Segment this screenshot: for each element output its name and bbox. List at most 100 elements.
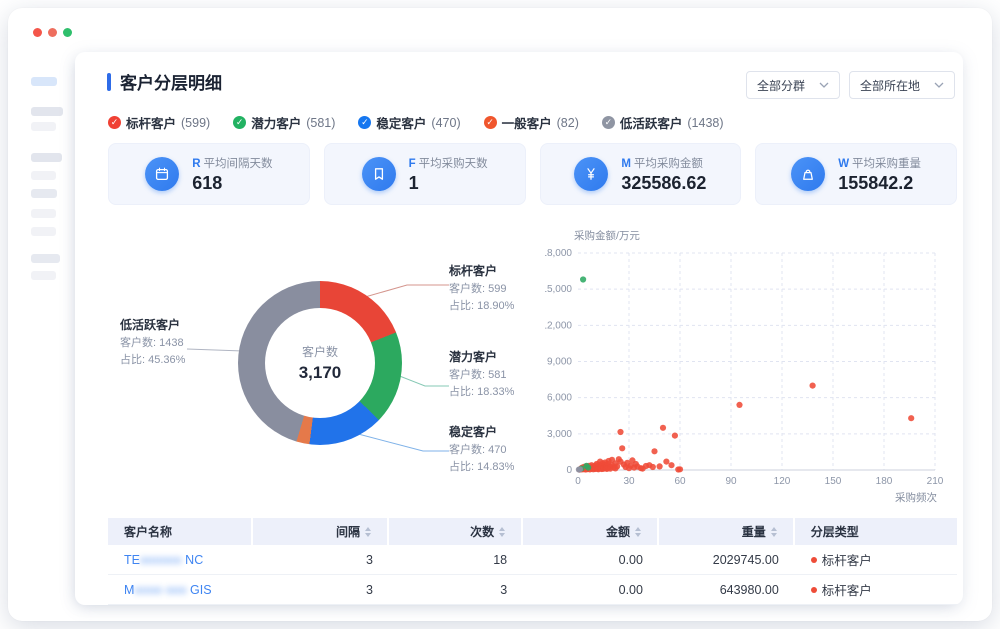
name-suffix: NC	[182, 553, 204, 567]
close-button[interactable]	[33, 28, 42, 37]
sort-down-icon	[499, 533, 505, 537]
sidebar-skeleton-bar	[31, 254, 60, 263]
callout-potential: 潜力客户 客户数: 581 占比: 18.33%	[449, 349, 514, 401]
callout-percent: 占比: 18.90%	[449, 298, 514, 315]
svg-text:6,000: 6,000	[547, 393, 572, 404]
scatter-y-axis-title: 采购金额/万元	[574, 229, 640, 242]
location-filter[interactable]: 全部所在地	[849, 71, 955, 99]
sort-up-icon	[499, 527, 505, 531]
callout-benchmark: 标杆客户 客户数: 599 占比: 18.90%	[449, 263, 514, 315]
stat-card-recency: R平均间隔天数 618	[108, 143, 310, 205]
check-circle-icon: ✓	[108, 116, 121, 129]
sort-icon	[635, 527, 641, 537]
minimize-button[interactable]	[48, 28, 57, 37]
scatter-point[interactable]	[650, 464, 656, 470]
scatter-point[interactable]	[663, 459, 669, 465]
legend-item-3[interactable]: ✓稳定客户(470)	[358, 113, 460, 132]
column-header-2[interactable]: 间隔	[253, 518, 389, 545]
stat-prefix: F	[409, 158, 416, 170]
sidebar-skeleton-bar	[31, 77, 57, 86]
stat-cards-row: R平均间隔天数 618 F平均采购天数 1 M平均采购金额	[108, 143, 957, 205]
scatter-point[interactable]	[668, 462, 674, 468]
legend-item-5[interactable]: ✓低活跃客户(1438)	[602, 113, 724, 132]
callout-name: 标杆客户	[449, 263, 514, 280]
chevron-down-icon	[819, 82, 829, 88]
svg-text:210: 210	[927, 476, 944, 487]
stat-text: W平均采购重量 155842.2	[838, 155, 921, 194]
sort-icon	[771, 527, 777, 537]
svg-text:0: 0	[566, 465, 572, 476]
legend-item-4[interactable]: ✓一般客户(82)	[484, 113, 579, 132]
stat-label-text: 平均间隔天数	[204, 158, 273, 170]
column-header-3[interactable]: 次数	[389, 518, 523, 545]
legend-count: (82)	[557, 116, 579, 130]
column-header-4[interactable]: 金额	[523, 518, 659, 545]
sidebar-skeleton-bar	[31, 271, 56, 280]
callout-stable: 稳定客户 客户数: 470 占比: 14.83%	[449, 424, 514, 476]
name-masked: oooo ooo	[134, 583, 186, 597]
sidebar-skeleton	[31, 68, 77, 298]
customer-name-link[interactable]: TEoooooo NC	[124, 553, 203, 567]
legend-count: (581)	[306, 116, 335, 130]
svg-text:0: 0	[575, 476, 581, 487]
table-cell: 643980.00	[659, 575, 795, 604]
panel-header: 客户分层明细 全部分群 全部所在地	[107, 69, 955, 101]
table-cell: 18	[389, 545, 523, 574]
customer-name-link[interactable]: Moooo ooo GIS	[124, 583, 212, 597]
column-header-5[interactable]: 重量	[659, 518, 795, 545]
svg-text:12,000: 12,000	[545, 320, 572, 331]
legend-label: 标杆客户	[126, 113, 176, 132]
title-accent-bar	[107, 73, 111, 91]
table-body: TEoooooo NC3180.002029745.00标杆客户Moooo oo…	[108, 545, 957, 605]
scatter-point[interactable]	[810, 383, 816, 389]
scatter-point[interactable]	[677, 466, 683, 472]
scatter-point[interactable]	[660, 425, 666, 431]
column-header-label: 间隔	[336, 523, 360, 540]
check-circle-icon: ✓	[484, 116, 497, 129]
scatter-point[interactable]	[651, 448, 657, 454]
window-controls	[33, 28, 72, 37]
sort-icon	[499, 527, 505, 537]
name-prefix: TE	[124, 553, 140, 567]
scatter-svg: 030609012015018021003,0006,0009,00012,00…	[545, 225, 957, 517]
svg-text:15,000: 15,000	[545, 284, 572, 295]
fullscreen-button[interactable]	[63, 28, 72, 37]
scatter-point[interactable]	[617, 429, 623, 435]
svg-text:3,000: 3,000	[547, 429, 572, 440]
scatter-point[interactable]	[585, 465, 591, 471]
chevron-down-icon	[934, 82, 944, 88]
sidebar-skeleton-bar	[31, 122, 56, 131]
stat-text: M平均采购金额 325586.62	[621, 155, 706, 194]
segment-group-filter[interactable]: 全部分群	[746, 71, 840, 99]
check-circle-icon: ✓	[233, 116, 246, 129]
legend-item-1[interactable]: ✓标杆客户(599)	[108, 113, 210, 132]
table-cell: 0.00	[523, 545, 659, 574]
callout-low-active: 低活跃客户 客户数: 1438 占比: 45.36%	[120, 317, 185, 369]
scatter-point[interactable]	[736, 402, 742, 408]
scatter-point[interactable]	[577, 466, 583, 472]
stat-label-text: 平均采购天数	[419, 158, 488, 170]
scatter-point[interactable]	[619, 445, 625, 451]
table-cell: 标杆客户	[795, 575, 957, 604]
scatter-point[interactable]	[672, 433, 678, 439]
scatter-chart[interactable]: 030609012015018021003,0006,0009,00012,00…	[545, 225, 957, 517]
scatter-point[interactable]	[908, 415, 914, 421]
callout-name: 稳定客户	[449, 424, 514, 441]
sort-up-icon	[771, 527, 777, 531]
stat-value: 155842.2	[838, 173, 921, 194]
stat-card-weight: W平均采购重量 155842.2	[755, 143, 957, 205]
stat-prefix: W	[838, 158, 849, 170]
scatter-point[interactable]	[580, 276, 586, 282]
donut-center: 客户数 3,170	[265, 308, 375, 418]
stat-label: R平均间隔天数	[192, 155, 272, 171]
customer-table: 客户名称间隔次数金额重量分层类型 TEoooooo NC3180.0020297…	[108, 518, 957, 605]
donut-chart[interactable]: 客户数 3,170	[238, 281, 402, 445]
column-header-label: 次数	[470, 523, 494, 540]
sort-up-icon	[365, 527, 371, 531]
legend-label: 稳定客户	[376, 113, 426, 132]
scatter-point[interactable]	[657, 463, 663, 469]
filter-bar: 全部分群 全部所在地	[746, 71, 955, 99]
legend-item-2[interactable]: ✓潜力客户(581)	[233, 113, 335, 132]
table-cell: TEoooooo NC	[108, 545, 253, 574]
segment-dot-icon	[811, 557, 817, 563]
